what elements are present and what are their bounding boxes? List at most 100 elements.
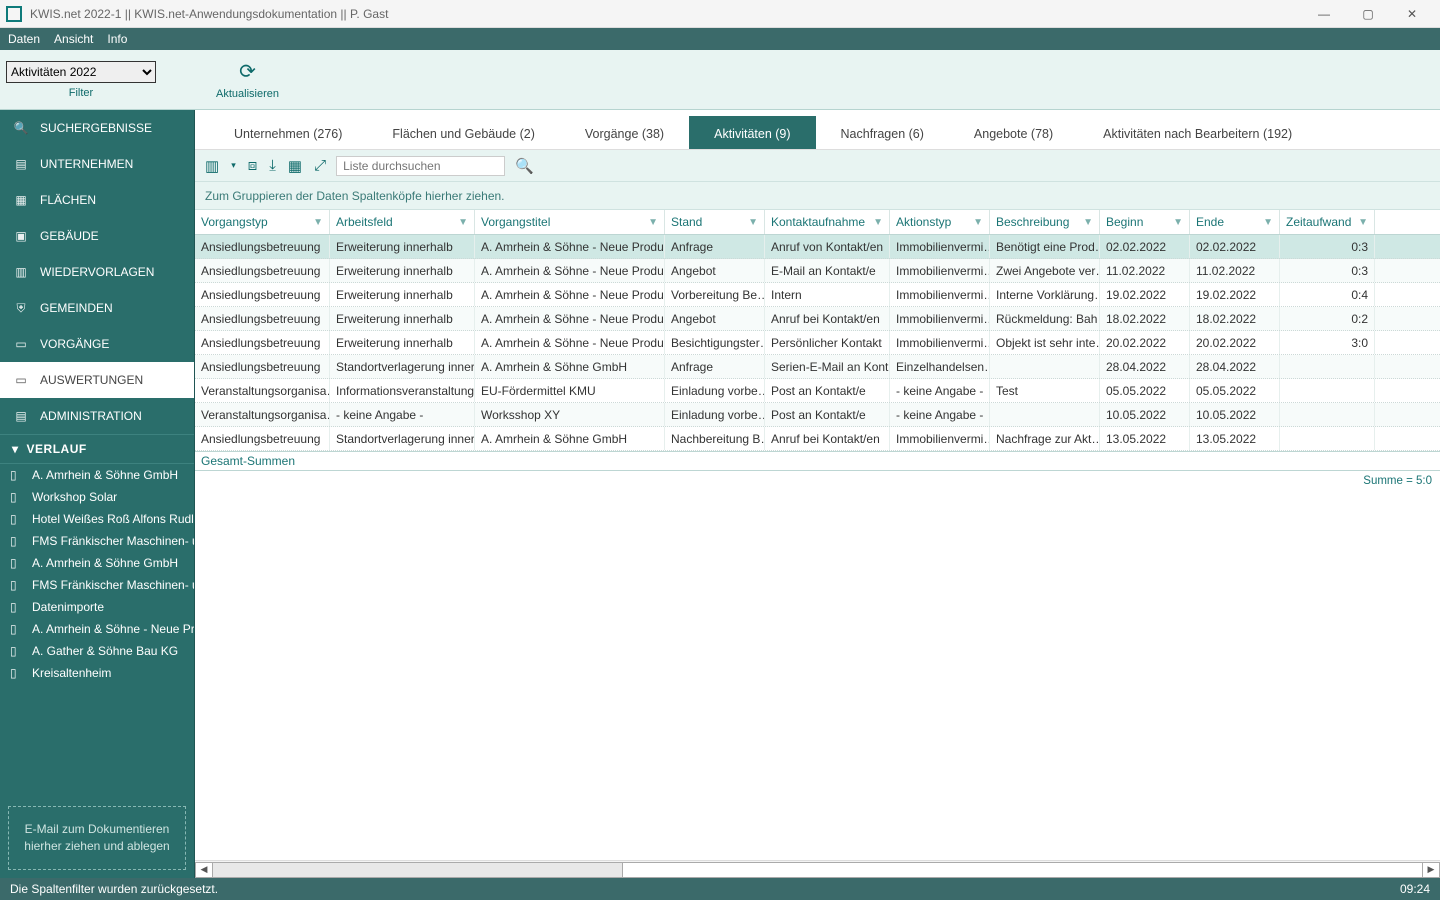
tab[interactable]: Vorgänge (38): [560, 116, 689, 149]
table-row[interactable]: Veranstaltungsorganisa…Informationsveran…: [195, 379, 1440, 403]
maximize-button[interactable]: ▢: [1346, 0, 1390, 28]
tab[interactable]: Aktivitäten (9): [689, 116, 815, 149]
filter-icon[interactable]: ▼: [458, 217, 468, 228]
table-row[interactable]: AnsiedlungsbetreuungErweiterung innerhal…: [195, 307, 1440, 331]
status-message: Die Spaltenfilter wurden zurückgesetzt.: [10, 882, 218, 896]
history-item[interactable]: ▯A. Amrhein & Söhne GmbH: [0, 552, 194, 574]
close-button[interactable]: ✕: [1390, 0, 1434, 28]
table-cell: Einzelhandelsen…: [890, 355, 990, 378]
table-cell: Ansiedlungsbetreuung: [195, 259, 330, 282]
expand-icon[interactable]: ⤢: [312, 157, 328, 174]
nav-item-suchergebnisse[interactable]: 🔍SUCHERGEBNISSE: [0, 110, 194, 146]
history-item[interactable]: ▯A. Gather & Söhne Bau KG: [0, 640, 194, 662]
search-icon[interactable]: 🔍: [513, 157, 536, 175]
table-cell: Post an Kontakt/e: [765, 379, 890, 402]
nav-icon: ▥: [12, 263, 30, 281]
table-row[interactable]: AnsiedlungsbetreuungErweiterung innerhal…: [195, 283, 1440, 307]
table-row[interactable]: AnsiedlungsbetreuungErweiterung innerhal…: [195, 331, 1440, 355]
table-cell: - keine Angabe -: [330, 403, 475, 426]
table-row[interactable]: AnsiedlungsbetreuungErweiterung innerhal…: [195, 259, 1440, 283]
menu-ansicht[interactable]: Ansicht: [54, 32, 93, 46]
filter-icon[interactable]: ▼: [873, 217, 883, 228]
history-item[interactable]: ▯A. Amrhein & Söhne - Neue Pr…: [0, 618, 194, 640]
filter-icon[interactable]: ▼: [748, 217, 758, 228]
tab[interactable]: Aktivitäten nach Bearbeitern (192): [1078, 116, 1317, 149]
column-header[interactable]: Beginn▼: [1100, 210, 1190, 234]
filter-icon[interactable]: ▼: [1358, 217, 1368, 228]
layout-icon[interactable]: ▦: [286, 157, 304, 175]
clear-filter-icon[interactable]: ⧈: [246, 157, 260, 174]
filter-icon[interactable]: ▼: [1173, 217, 1183, 228]
menu-info[interactable]: Info: [107, 32, 127, 46]
nav-icon: ▤: [12, 407, 30, 425]
table-cell: [990, 355, 1100, 378]
filter-icon[interactable]: ▼: [648, 217, 658, 228]
export-icon[interactable]: ⤓: [267, 157, 278, 174]
table-row[interactable]: AnsiedlungsbetreuungErweiterung innerhal…: [195, 235, 1440, 259]
nav-item-flächen[interactable]: ▦FLÄCHEN: [0, 182, 194, 218]
filter-icon[interactable]: ▼: [1263, 217, 1273, 228]
history-item[interactable]: ▯FMS Fränkischer Maschinen- u…: [0, 574, 194, 596]
table-row[interactable]: AnsiedlungsbetreuungStandortverlagerung …: [195, 427, 1440, 451]
column-header[interactable]: Aktionstyp▼: [890, 210, 990, 234]
table-cell: Anruf bei Kontakt/en: [765, 307, 890, 330]
table-cell: Interne Vorklärung…: [990, 283, 1100, 306]
column-header[interactable]: Stand▼: [665, 210, 765, 234]
tab[interactable]: Flächen und Gebäude (2): [367, 116, 559, 149]
table-cell: Rückmeldung: Bah…: [990, 307, 1100, 330]
search-input[interactable]: [336, 156, 505, 176]
column-header[interactable]: Zeitaufwand▼: [1280, 210, 1375, 234]
refresh-label[interactable]: Aktualisieren: [216, 88, 279, 100]
column-header[interactable]: Kontaktaufnahme▼: [765, 210, 890, 234]
scroll-left-icon[interactable]: ◀: [195, 862, 213, 878]
horizontal-scrollbar[interactable]: ◀ ▶: [195, 860, 1440, 878]
nav-item-administration[interactable]: ▤ADMINISTRATION: [0, 398, 194, 434]
filter-select[interactable]: Aktivitäten 2022: [6, 61, 156, 83]
column-header[interactable]: Vorgangstyp▼: [195, 210, 330, 234]
table-row[interactable]: AnsiedlungsbetreuungStandortverlagerung …: [195, 355, 1440, 379]
table-cell: Informationsveranstaltung: [330, 379, 475, 402]
nav-item-auswertungen[interactable]: ▭AUSWERTUNGEN: [0, 362, 194, 398]
table-cell: 28.04.2022: [1190, 355, 1280, 378]
minimize-button[interactable]: —: [1302, 0, 1346, 28]
table-cell: Benötigt eine Prod…: [990, 235, 1100, 258]
nav-item-gebäude[interactable]: ▣GEBÄUDE: [0, 218, 194, 254]
history-item[interactable]: ▯Datenimporte: [0, 596, 194, 618]
table-cell: Angebot: [665, 307, 765, 330]
filter-icon[interactable]: ▼: [1083, 217, 1093, 228]
column-header[interactable]: Beschreibung▼: [990, 210, 1100, 234]
filter-icon[interactable]: ▼: [313, 217, 323, 228]
table-cell: Post an Kontakt/e: [765, 403, 890, 426]
history-item[interactable]: ▯A. Amrhein & Söhne GmbH: [0, 464, 194, 486]
nav-item-vorgänge[interactable]: ▭VORGÄNGE: [0, 326, 194, 362]
table-cell: Intern: [765, 283, 890, 306]
table-cell: Angebot: [665, 259, 765, 282]
email-dropzone[interactable]: E-Mail zum Dokumentieren hierher ziehen …: [8, 806, 186, 870]
chevron-down-icon[interactable]: ▾: [229, 160, 238, 171]
group-bar[interactable]: Zum Gruppieren der Daten Spaltenköpfe hi…: [195, 182, 1440, 210]
history-item[interactable]: ▯Workshop Solar: [0, 486, 194, 508]
column-header[interactable]: Vorgangstitel▼: [475, 210, 665, 234]
columns-icon[interactable]: ▥: [203, 157, 221, 175]
nav-item-gemeinden[interactable]: ⛨GEMEINDEN: [0, 290, 194, 326]
scroll-right-icon[interactable]: ▶: [1422, 862, 1440, 878]
history-item[interactable]: ▯Kreisaltenheim: [0, 662, 194, 684]
table-cell: E-Mail an Kontakt/e: [765, 259, 890, 282]
menu-daten[interactable]: Daten: [8, 32, 40, 46]
column-header[interactable]: Ende▼: [1190, 210, 1280, 234]
tab[interactable]: Angebote (78): [949, 116, 1078, 149]
nav-item-unternehmen[interactable]: ▤UNTERNEHMEN: [0, 146, 194, 182]
refresh-icon[interactable]: ⟳: [239, 59, 256, 84]
table-cell: A. Amrhein & Söhne - Neue Produk…: [475, 259, 665, 282]
table-row[interactable]: Veranstaltungsorganisa…- keine Angabe -W…: [195, 403, 1440, 427]
column-header[interactable]: Arbeitsfeld▼: [330, 210, 475, 234]
tab[interactable]: Nachfragen (6): [816, 116, 949, 149]
history-item[interactable]: ▯Hotel Weißes Roß Alfons Rudl…: [0, 508, 194, 530]
document-icon: ▯: [10, 512, 24, 526]
table-cell: [1280, 427, 1375, 450]
nav-item-wiedervorlagen[interactable]: ▥WIEDERVORLAGEN: [0, 254, 194, 290]
tab[interactable]: Unternehmen (276): [209, 116, 367, 149]
history-item[interactable]: ▯FMS Fränkischer Maschinen- u…: [0, 530, 194, 552]
document-icon: ▯: [10, 666, 24, 680]
filter-icon[interactable]: ▼: [973, 217, 983, 228]
